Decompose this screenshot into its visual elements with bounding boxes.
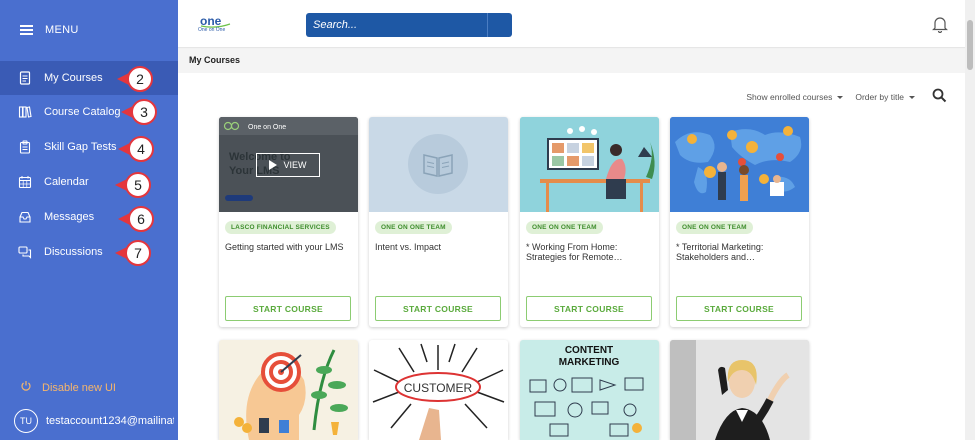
course-card[interactable]: ONE ON ONE TEAM * Working From Home: Str… [520,117,659,327]
course-title[interactable]: * Territorial Marketing: Stakeholders an… [676,242,803,266]
course-card[interactable]: One on One Welcome to Your LMS VIEW LASC… [219,117,358,327]
thumbnail-brand: One on One [248,124,286,131]
course-thumbnail: One on One Welcome to Your LMS VIEW [219,117,358,212]
topbar: one One on One [178,0,975,48]
chat-icon [18,245,32,259]
thumbnail-content-line2: MARKETING [559,357,620,368]
course-title[interactable]: Getting started with your LMS [225,242,352,266]
course-thumbnail [670,117,809,212]
callout-7: 7 [115,240,151,266]
thumbnail-customer-word: CUSTOMER [404,381,473,395]
clipboard-icon [18,140,32,154]
show-filter-label: Show enrolled courses [746,92,833,102]
show-filter-dropdown[interactable]: Show enrolled courses [746,92,844,102]
course-thumbnail [369,117,508,212]
search-divider [487,13,488,37]
view-button[interactable]: VIEW [256,153,320,177]
callout-6: 6 [118,206,154,232]
view-label: VIEW [283,160,307,170]
course-title[interactable]: Intent vs. Impact [375,242,502,266]
sidebar-item-calendar[interactable]: Calendar [0,165,178,199]
sidebar-item-label: Course Catalog [44,106,121,118]
breadcrumb: My Courses [178,49,965,73]
menu-label: MENU [45,24,79,36]
sidebar-item-label: Discussions [44,246,103,258]
avatar: TU [14,409,38,433]
sidebar-item-label: My Courses [44,72,103,84]
course-list: Show enrolled courses Order by title One… [178,73,965,440]
course-card[interactable]: CONTENT MARKETING [520,340,659,440]
calendar-icon [18,175,32,189]
course-card[interactable]: ONE ON ONE TEAM Intent vs. Impact START … [369,117,508,327]
page-title: My Courses [189,55,241,65]
start-course-button[interactable]: START COURSE [225,296,351,321]
scrollbar-thumb[interactable] [967,20,973,70]
callout-5: 5 [115,172,151,198]
start-course-button[interactable]: START COURSE [676,296,802,321]
menu-toggle[interactable]: MENU [20,24,79,36]
search-icon[interactable] [932,88,947,103]
callout-3: 3 [121,99,157,125]
filters: Show enrolled courses Order by title [746,92,915,102]
sidebar-item-label: Messages [44,211,95,223]
inbox-icon [18,210,32,224]
course-card[interactable]: CUSTOMER [369,340,508,440]
course-tag: ONE ON ONE TEAM [526,221,603,234]
course-thumbnail: CONTENT MARKETING [529,345,644,437]
chevron-down-icon [837,95,844,99]
course-thumbnail [670,340,809,440]
disable-new-ui-link[interactable]: Disable new UI [20,380,116,395]
order-filter-dropdown[interactable]: Order by title [855,92,915,102]
callout-2: 2 [117,66,153,92]
bell-icon[interactable] [932,15,948,34]
start-course-button[interactable]: START COURSE [375,296,501,321]
course-tag: ONE ON ONE TEAM [676,221,753,234]
hamburger-icon [20,25,33,35]
course-thumbnail [234,349,348,440]
callout-4: 4 [118,136,154,162]
start-course-button[interactable]: START COURSE [526,296,652,321]
order-filter-label: Order by title [855,92,904,102]
sidebar-item-label: Calendar [44,176,89,188]
books-icon [18,105,32,119]
sidebar-item-label: Skill Gap Tests [44,141,117,153]
disable-ui-label: Disable new UI [42,381,116,394]
course-card[interactable] [670,340,809,440]
search-bar[interactable] [306,13,512,37]
course-card[interactable]: ONE ON ONE TEAM * Territorial Marketing:… [670,117,809,327]
course-tag: LASCO FINANCIAL SERVICES [225,221,336,234]
logo-text: One on One [198,27,226,33]
search-input[interactable] [306,19,486,31]
power-icon [20,380,32,395]
chevron-down-icon [909,95,915,99]
user-email: testaccount1234@mailinator.com [46,415,174,427]
course-title[interactable]: * Working From Home: Strategies for Remo… [526,242,653,266]
course-thumbnail [520,117,659,212]
sidebar-item-discussions[interactable]: Discussions [0,235,178,269]
course-card[interactable] [219,340,358,440]
user-profile[interactable]: TU testaccount1234@mailinator.com [14,409,174,433]
course-thumbnail: CUSTOMER [372,343,505,440]
course-tag: ONE ON ONE TEAM [375,221,452,234]
document-icon [18,71,32,85]
scrollbar[interactable] [965,0,975,440]
thumbnail-content-line1: CONTENT [565,345,613,356]
play-icon [269,160,278,170]
